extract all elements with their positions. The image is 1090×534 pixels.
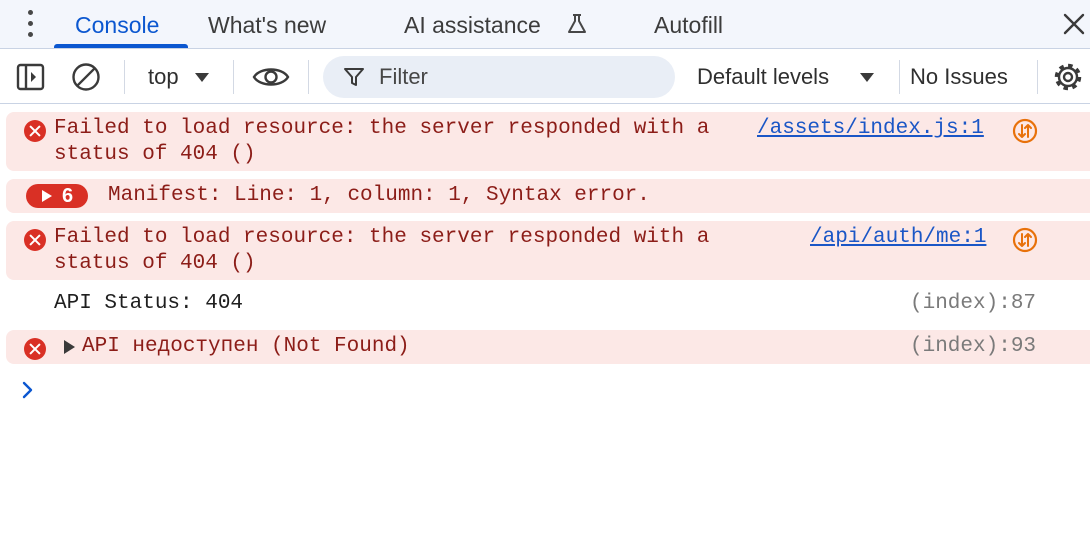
message-text: Failed to load resource: the server resp…: [54, 117, 710, 166]
log-levels-label: Default levels: [697, 64, 830, 89]
filter-box[interactable]: [323, 56, 675, 98]
log-levels-dropdown[interactable]: Default levels: [697, 50, 829, 104]
message-text: API недоступен (Not Found): [82, 335, 410, 358]
sidebar-toggle-icon[interactable]: [16, 63, 45, 91]
close-icon[interactable]: [1060, 10, 1088, 38]
chevron-down-icon[interactable]: [195, 73, 209, 82]
source-link[interactable]: /assets/index.js:1: [757, 116, 984, 142]
filter-input[interactable]: [379, 60, 659, 94]
console-message-error: Failed to load resource: the server resp…: [6, 221, 1090, 280]
context-label: top: [148, 64, 179, 89]
tab-ai-assistance[interactable]: AI assistance: [404, 0, 541, 49]
context-selector[interactable]: top: [148, 50, 179, 104]
clear-console-icon[interactable]: [71, 62, 101, 92]
message-text: Failed to load resource: the server resp…: [54, 226, 710, 275]
flask-icon: [568, 14, 586, 33]
network-request-icon[interactable]: [1012, 227, 1038, 253]
error-icon: [24, 229, 46, 251]
repeat-count: 6: [62, 185, 74, 207]
active-tab-indicator: [54, 44, 188, 48]
eye-icon[interactable]: [252, 64, 290, 90]
console-message-group: 6 Manifest: Line: 1, column: 1, Syntax e…: [6, 179, 1090, 213]
tab-autofill[interactable]: Autofill: [654, 0, 723, 49]
issues-button[interactable]: No Issues: [910, 50, 1008, 104]
source-link[interactable]: (index):93: [910, 334, 1036, 360]
toolbar-divider: [233, 60, 234, 94]
console-message-error: Failed to load resource: the server resp…: [6, 112, 1090, 171]
error-icon: [24, 338, 46, 360]
chevron-down-icon[interactable]: [860, 73, 874, 82]
source-link[interactable]: (index):87: [910, 291, 1036, 317]
tab-whats-new[interactable]: What's new: [208, 0, 326, 49]
console-message-error: API недоступен (Not Found) (index):93: [6, 330, 1090, 364]
console-prompt-icon[interactable]: [20, 380, 36, 400]
toolbar-divider: [308, 60, 309, 94]
message-text: Manifest: Line: 1, column: 1, Syntax err…: [108, 184, 650, 207]
more-options-icon[interactable]: [22, 9, 38, 39]
source-link[interactable]: /api/auth/me:1: [810, 225, 986, 251]
error-icon: [24, 120, 46, 142]
expand-arrow-icon: [42, 190, 52, 202]
issues-label: No Issues: [910, 64, 1008, 89]
toolbar-divider: [124, 60, 125, 94]
toolbar-divider: [1037, 60, 1038, 94]
repeat-count-badge[interactable]: 6: [26, 184, 88, 208]
expand-arrow-icon[interactable]: [64, 340, 75, 354]
console-message-log: API Status: 404 (index):87: [6, 288, 1090, 322]
gear-icon[interactable]: [1052, 61, 1084, 93]
tab-console[interactable]: Console: [75, 0, 159, 49]
message-text: API Status: 404: [54, 292, 244, 315]
toolbar-divider: [899, 60, 900, 94]
panel-tab-bar: Console What's new AI assistance Autofil…: [0, 0, 1090, 49]
console-toolbar: top Default levels No Issues: [0, 50, 1090, 104]
network-request-icon[interactable]: [1012, 118, 1038, 144]
filter-icon: [344, 68, 364, 86]
